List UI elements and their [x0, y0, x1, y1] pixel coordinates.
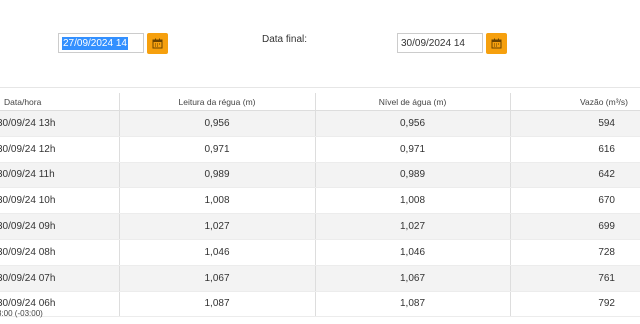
- cell-water-level: 1,008: [314, 187, 510, 215]
- end-date-group: 30/09/2024 14: [397, 32, 507, 54]
- cell-flow: 670: [509, 187, 640, 215]
- table-row: 30/09/24 07h 1,067 1,067 761: [0, 265, 640, 292]
- cell-gauge-reading: 1,046: [118, 239, 315, 266]
- cell-flow: 699: [509, 213, 640, 240]
- table-row: 30/09/24 09h 1,027 1,027 699: [0, 213, 640, 240]
- cell-gauge-reading: 1,008: [118, 187, 315, 215]
- end-date-value: 30/09/2024 14: [401, 37, 465, 49]
- table-row: 30/09/24 13h 0,956 0,956 594: [0, 110, 640, 137]
- table-row: 30/09/24 08h 1,046 1,046 728: [0, 239, 640, 266]
- start-date-input[interactable]: 27/09/2024 14: [58, 33, 144, 53]
- cell-datetime: 30/09/24 13h: [0, 110, 119, 137]
- col-header-water-level[interactable]: Nível de água (m): [314, 93, 510, 111]
- cell-flow: 792: [509, 291, 640, 318]
- cell-datetime: 30/09/24 12h: [0, 136, 119, 163]
- end-date-calendar-button[interactable]: [486, 32, 507, 54]
- table-row: 30/09/24 11h 0,989 0,989 642: [0, 162, 640, 189]
- cell-gauge-reading: 0,956: [118, 110, 315, 137]
- cell-flow: 616: [509, 136, 640, 163]
- col-header-flow[interactable]: Vazão (m³/s): [509, 93, 640, 111]
- cell-gauge-reading: 1,027: [118, 213, 315, 240]
- cell-flow: 761: [509, 265, 640, 292]
- cell-gauge-reading: 0,971: [118, 136, 315, 163]
- calendar-icon: [491, 38, 502, 48]
- cell-water-level: 0,971: [314, 136, 510, 163]
- cell-water-level: 0,956: [314, 110, 510, 137]
- cell-datetime: 30/09/24 11h: [0, 162, 119, 189]
- start-date-calendar-button[interactable]: [147, 32, 168, 54]
- table-row: 30/09/24 06h 1,087 1,087 792: [0, 291, 640, 318]
- calendar-icon: [152, 38, 163, 48]
- cell-datetime: 30/09/24 08h: [0, 239, 119, 266]
- table-header-row: Data/hora Leitura da régua (m) Nível de …: [0, 93, 640, 111]
- cell-water-level: 1,046: [314, 239, 510, 266]
- table-row: 30/09/24 12h 0,971 0,971 616: [0, 136, 640, 163]
- cell-gauge-reading: 0,989: [118, 162, 315, 189]
- cell-water-level: 1,067: [314, 265, 510, 292]
- cell-gauge-reading: 1,067: [118, 265, 315, 292]
- cell-water-level: 0,989: [314, 162, 510, 189]
- col-header-gauge-reading[interactable]: Leitura da régua (m): [118, 93, 315, 111]
- start-date-group: 27/09/2024 14: [58, 32, 168, 54]
- cell-flow: 642: [509, 162, 640, 189]
- cell-flow: 594: [509, 110, 640, 137]
- data-table: Data/hora Leitura da régua (m) Nível de …: [0, 93, 640, 318]
- timezone-note: 3:00 (-03:00): [0, 309, 43, 318]
- cell-water-level: 1,087: [314, 291, 510, 318]
- table-row: 30/09/24 10h 1,008 1,008 670: [0, 187, 640, 215]
- cell-water-level: 1,027: [314, 213, 510, 240]
- end-date-label: Data final:: [262, 34, 308, 45]
- cell-flow: 728: [509, 239, 640, 266]
- cell-gauge-reading: 1,087: [118, 291, 315, 318]
- cell-datetime: 30/09/24 07h: [0, 265, 119, 292]
- cell-datetime: 30/09/24 09h: [0, 213, 119, 240]
- divider: [0, 87, 640, 88]
- cell-datetime: 30/09/24 10h: [0, 187, 119, 215]
- start-date-value: 27/09/2024 14: [62, 36, 128, 50]
- col-header-datetime[interactable]: Data/hora: [0, 93, 119, 111]
- end-date-input[interactable]: 30/09/2024 14: [397, 33, 483, 53]
